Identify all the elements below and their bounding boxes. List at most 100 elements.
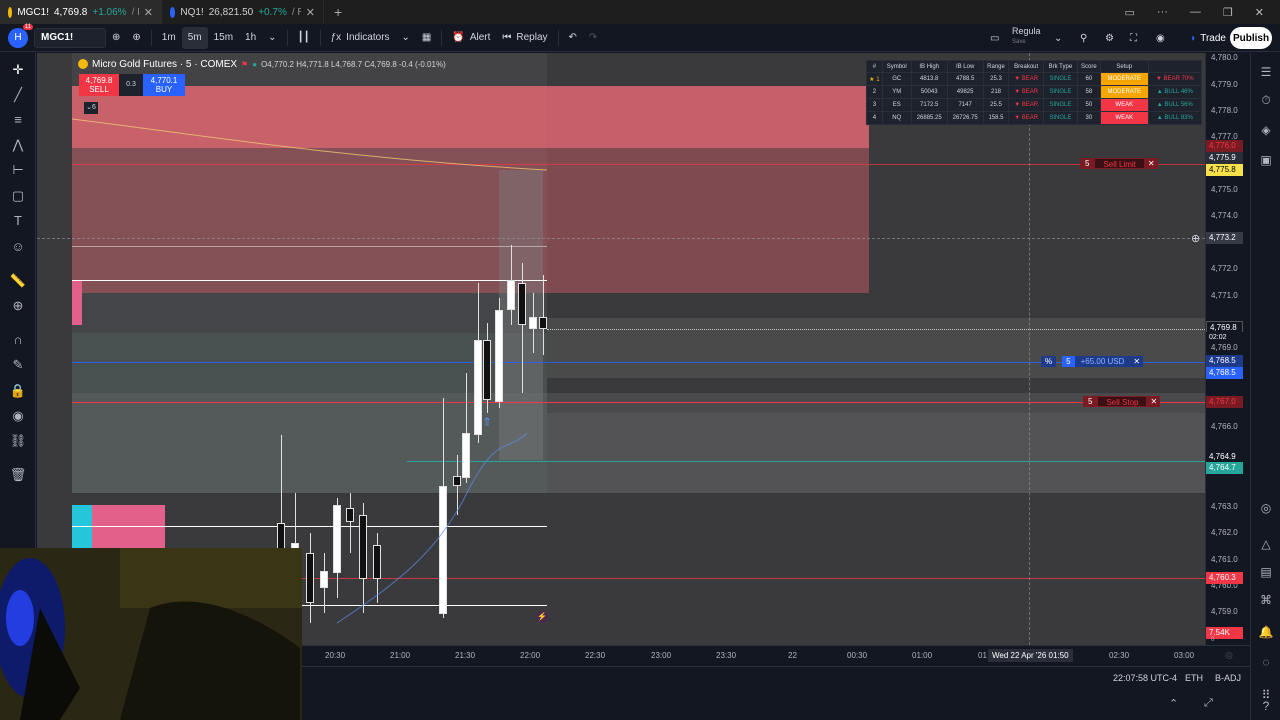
trade-button[interactable]: ◗ Trade	[1190, 27, 1226, 49]
forecast-icon[interactable]: ⊢	[9, 161, 27, 179]
replay-button[interactable]: ⏮ Replay	[496, 27, 553, 49]
eye-icon[interactable]: ◉	[9, 407, 27, 425]
session-toggle[interactable]: ETH	[1185, 673, 1203, 683]
cast-icon[interactable]: ▭	[1125, 6, 1135, 19]
settings-gear-icon[interactable]: ⚙	[1099, 27, 1120, 49]
ruler-icon[interactable]: 📏	[9, 272, 27, 290]
alerts-clock-icon[interactable]: ⏱	[1257, 91, 1275, 109]
indicator-count-toggle[interactable]: ⌄6	[84, 102, 98, 114]
cancel-order-icon[interactable]: ✕	[1144, 158, 1158, 169]
chat-icon[interactable]: ▣	[1257, 151, 1275, 169]
trend-line-icon[interactable]: ╱	[9, 86, 27, 104]
browser-tab-nq[interactable]: NQ1! 26,821.50 +0.7% / Re ✕	[162, 0, 324, 24]
calendar-icon[interactable]: ▤	[1257, 563, 1275, 581]
publish-button[interactable]: Publish	[1230, 27, 1272, 49]
close-tab-icon[interactable]: ✕	[144, 6, 153, 19]
sell-button[interactable]: 4,769.8 SELL	[79, 74, 119, 96]
stay-drawing-icon[interactable]: ✎	[9, 356, 27, 374]
price-axis[interactable]: 4,780.0 4,779.0 4,778.0 4,777.0 4,775.0 …	[1205, 53, 1250, 645]
price-tick: 4,774.0	[1211, 211, 1238, 220]
magnet-icon[interactable]: ∩	[9, 331, 27, 349]
widget-bar: ☰ ⏱ ◈ ▣ ◎ △ ▤ ⌘ 🔔 ◌ ⠿ ?	[1250, 53, 1280, 720]
replay-marker-icon[interactable]: ⚡	[536, 611, 548, 623]
avatar[interactable]: H 11	[8, 23, 33, 48]
adjustment-toggle[interactable]: B-ADJ	[1215, 673, 1241, 683]
close-position-icon[interactable]: ✕	[1130, 356, 1144, 367]
compare-icon[interactable]: ⊕	[126, 27, 146, 49]
minimize-icon[interactable]: —	[1190, 6, 1201, 18]
lock-icon[interactable]: 🔒	[9, 382, 27, 400]
time-tick: 22:00	[520, 651, 541, 660]
symbol-search[interactable]: MGC1!	[34, 27, 106, 48]
interval-1h[interactable]: 1h	[239, 27, 262, 49]
target-icon[interactable]: ◎	[1257, 499, 1275, 517]
zoom-in-icon[interactable]: ⊕	[9, 297, 27, 315]
fullscreen-icon[interactable]: ⛶	[1124, 27, 1143, 49]
signal-icon[interactable]: ◌	[1257, 653, 1275, 671]
interval-dropdown-icon[interactable]: ⌄	[262, 27, 282, 49]
interval-1m[interactable]: 1m	[156, 27, 182, 49]
quick-search-icon[interactable]: ⚲	[1074, 27, 1093, 49]
close-tab-icon[interactable]: ✕	[306, 6, 315, 19]
indicators-label: Indicators	[346, 32, 390, 43]
layout-dropdown-icon[interactable]: ⌄	[1048, 27, 1068, 49]
position-line-label[interactable]: % 5 +65.00 USD ✕	[1041, 356, 1144, 367]
crosshair-plus-icon[interactable]: ⊕	[1191, 232, 1200, 245]
close-window-icon[interactable]: ✕	[1255, 6, 1264, 19]
help-icon[interactable]: ?	[1257, 697, 1275, 715]
sell-limit-order[interactable]: 5 Sell Limit ✕	[1080, 158, 1158, 169]
new-tab-button[interactable]: +	[324, 4, 352, 20]
watchlist-icon[interactable]: ☰	[1257, 63, 1275, 81]
undo-icon[interactable]: ↶	[563, 27, 583, 49]
interval-15m[interactable]: 15m	[208, 27, 239, 49]
icons-tool-icon[interactable]: ☺	[9, 238, 27, 256]
flag-icon[interactable]: ⚑	[241, 60, 248, 69]
indicator-templates-icon[interactable]: ⌄	[396, 27, 416, 49]
sell-limit-price-label: 4,776.0	[1206, 140, 1243, 152]
tab-rest: / Re	[131, 6, 139, 18]
interval-5m[interactable]: 5m	[181, 26, 208, 49]
alert-label: Alert	[469, 32, 491, 43]
buy-execution-arrow-icon: ⇑	[482, 415, 493, 429]
text-tool-icon[interactable]: T	[9, 212, 27, 230]
cell-ib-low: 7147	[946, 98, 984, 112]
streams-icon[interactable]: ⌘	[1257, 591, 1275, 609]
cell-breakout: ▼ BEAR	[1008, 111, 1044, 125]
sell-stop-order[interactable]: 5 Sell Stop ✕	[1083, 396, 1161, 407]
layout-select-icon[interactable]: ▭	[984, 27, 1005, 49]
go-to-realtime-icon[interactable]: ◎	[1225, 650, 1233, 661]
candle-type-icon[interactable]: ┃┃	[292, 27, 316, 49]
browser-tab-mgc[interactable]: MGC1! 4,769.8 +1.06% / Re ✕	[0, 0, 162, 24]
indicators-button[interactable]: ƒx Indicators	[325, 27, 396, 49]
replay-label: Replay	[516, 32, 548, 43]
ideas-icon[interactable]: △	[1257, 535, 1275, 553]
buy-button[interactable]: 4,770.1 BUY	[143, 74, 185, 96]
maximize-panel-icon[interactable]: ⤢	[1204, 697, 1213, 710]
alert-button[interactable]: ⏰ Alert	[446, 27, 496, 49]
maximize-icon[interactable]: ❐	[1223, 6, 1233, 19]
crosshair-cursor-icon[interactable]: ✛	[9, 61, 27, 79]
chevron-up-icon[interactable]: ⌃	[1169, 697, 1178, 710]
add-symbol-icon[interactable]: ⊕	[106, 27, 126, 49]
timezone-clock[interactable]: 22:07:58 UTC-4	[1113, 673, 1177, 683]
indicator-count: 6	[91, 104, 96, 111]
notification-badge: 11	[22, 23, 33, 30]
cancel-order-icon[interactable]: ✕	[1147, 396, 1161, 407]
fib-retracement-icon[interactable]: ≡	[9, 111, 27, 129]
layers-icon[interactable]: ◈	[1257, 121, 1275, 139]
layout-name[interactable]: Regula Save	[1012, 26, 1041, 48]
notifications-bell-icon[interactable]: 🔔	[1257, 623, 1275, 641]
snapshot-camera-icon[interactable]: ◉	[1150, 27, 1171, 49]
table-row: 4 NQ 26885.25 26726.75 158.5 ▼ BEAR SING…	[866, 111, 1203, 125]
link-icon[interactable]: ⛓	[9, 432, 27, 450]
shapes-icon[interactable]: ▢	[9, 187, 27, 205]
layout-grid-icon[interactable]: ▦	[416, 27, 437, 49]
cell-bias: ▲ BULL 83%	[1147, 111, 1203, 125]
legend-title[interactable]: Micro Gold Futures · 5 · COMEX	[92, 59, 237, 70]
trash-icon[interactable]: 🗑	[9, 466, 27, 484]
redo-icon[interactable]: ↷	[583, 27, 603, 49]
pattern-icon[interactable]: ⋀	[9, 136, 27, 154]
more-icon[interactable]: ···	[1157, 6, 1168, 18]
position-pnl: +65.00 USD	[1074, 356, 1131, 367]
position-percent-toggle[interactable]: %	[1041, 356, 1057, 367]
